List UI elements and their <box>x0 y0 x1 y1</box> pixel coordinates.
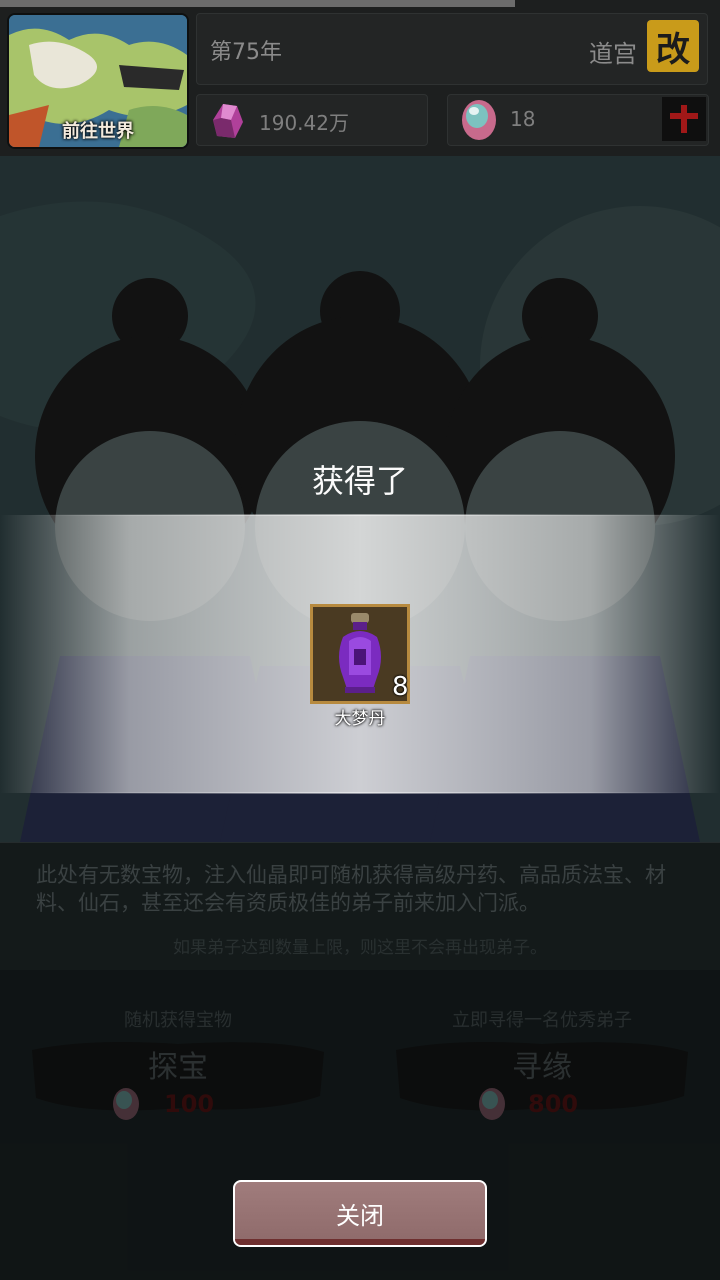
reward-item-name: 大梦丹 <box>334 709 386 729</box>
reward-item-count: 8 <box>392 672 409 702</box>
divider <box>30 514 690 516</box>
go-to-world-button[interactable]: 前往世界 <box>7 13 189 149</box>
spirit-stone-resource: 18 <box>447 94 709 146</box>
spirit-stone-icon <box>462 100 496 140</box>
close-button[interactable]: 关闭 <box>233 1180 487 1247</box>
close-button-label: 关闭 <box>336 1202 384 1230</box>
top-progress-bar <box>0 0 515 7</box>
go-to-world-label: 前往世界 <box>62 121 134 142</box>
spirit-stone-amount: 18 <box>510 107 536 131</box>
sect-name: 道宫 <box>589 40 637 68</box>
crystal-icon <box>213 104 243 138</box>
reward-title: 获得了 <box>311 462 408 500</box>
add-stone-button[interactable] <box>662 97 706 141</box>
close-button-lip <box>235 1239 485 1245</box>
crystal-amount: 190.42万 <box>259 111 349 135</box>
year-label: 第75年 <box>210 40 282 65</box>
plus-icon <box>670 105 698 133</box>
rename-button[interactable]: 改 <box>647 20 699 72</box>
crystal-resource: 190.42万 <box>196 94 428 146</box>
divider <box>30 792 690 794</box>
year-panel: 第75年 道宫 改 <box>196 13 708 85</box>
top-bar: 前往世界 第75年 道宫 改 190.42万 18 <box>0 0 720 156</box>
